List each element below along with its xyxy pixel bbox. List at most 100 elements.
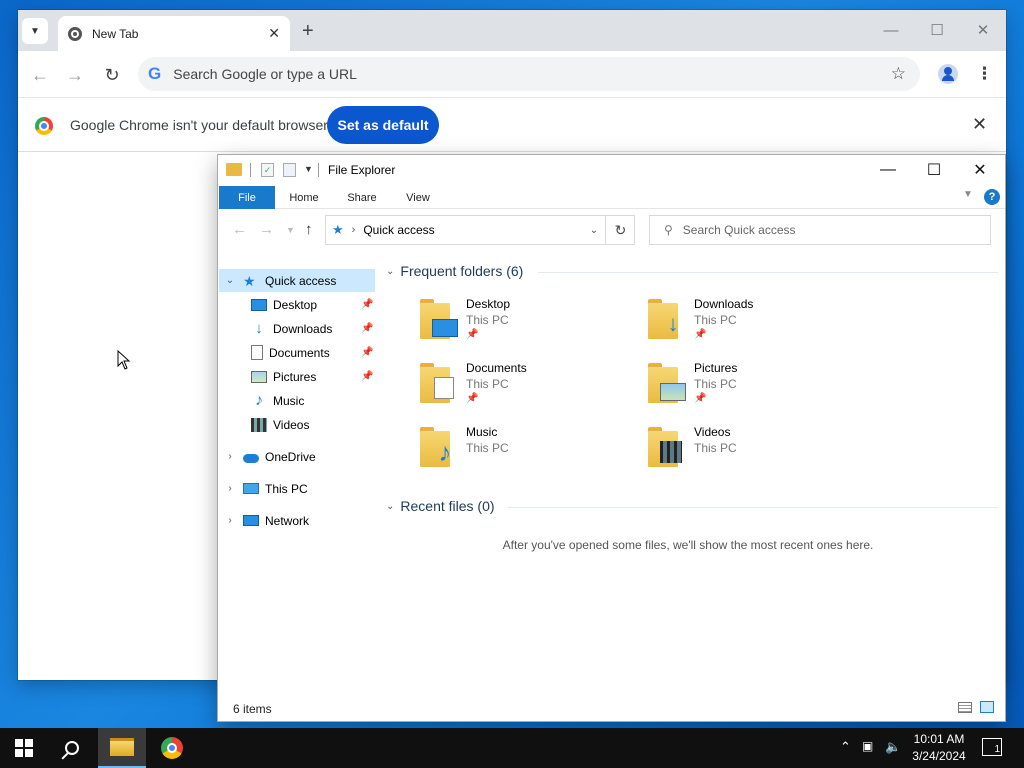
frequent-folders-header[interactable]: ⌄ Frequent folders (6) bbox=[386, 263, 523, 279]
taskbar-search-button[interactable] bbox=[48, 728, 96, 768]
recent-files-header[interactable]: ⌄ Recent files (0) bbox=[386, 498, 495, 514]
desktop-icon bbox=[432, 319, 458, 337]
nav-documents[interactable]: Documents 📌 bbox=[219, 341, 375, 364]
network-status-icon[interactable]: ▣ bbox=[862, 739, 873, 753]
forward-icon[interactable]: → bbox=[259, 221, 274, 238]
menu-kebab-icon[interactable]: ⋮ bbox=[976, 64, 993, 84]
start-button[interactable] bbox=[0, 728, 48, 768]
details-view-icon[interactable] bbox=[958, 702, 972, 713]
content-pane: ⌄ Frequent folders (6) Desktop This PC 📌… bbox=[378, 255, 998, 675]
profile-icon[interactable] bbox=[938, 64, 958, 84]
pictures-icon bbox=[251, 370, 267, 383]
tab-search-button[interactable]: ▼ bbox=[22, 18, 48, 44]
nav-music[interactable]: ♪ Music bbox=[219, 389, 375, 412]
nav-network[interactable]: › Network bbox=[219, 509, 375, 532]
set-as-default-button[interactable]: Set as default bbox=[327, 106, 439, 144]
help-icon[interactable]: ? bbox=[984, 189, 1000, 205]
tab-share[interactable]: Share bbox=[338, 186, 386, 209]
address-dropdown-icon[interactable]: ⌄ bbox=[584, 225, 604, 236]
new-folder-icon[interactable] bbox=[283, 163, 296, 177]
expand-chevron-icon[interactable]: › bbox=[223, 483, 237, 494]
nav-desktop[interactable]: Desktop 📌 bbox=[219, 293, 375, 316]
tab-home[interactable]: Home bbox=[280, 186, 328, 209]
tab-view[interactable]: View bbox=[394, 186, 442, 209]
recent-locations-chevron-icon[interactable]: ▼ bbox=[286, 225, 295, 235]
forward-icon[interactable]: → bbox=[64, 64, 86, 86]
chevron-down-icon: ▼ bbox=[30, 25, 40, 37]
reload-icon[interactable]: ↻ bbox=[101, 64, 123, 86]
folder-tile-downloads[interactable]: ↓ Downloads This PC 📌 bbox=[648, 295, 868, 351]
omnibox-placeholder: Search Google or type a URL bbox=[173, 66, 357, 82]
nav-pictures[interactable]: Pictures 📌 bbox=[219, 365, 375, 388]
nav-downloads[interactable]: ↓ Downloads 📌 bbox=[219, 317, 375, 340]
nav-quick-access[interactable]: ⌄ ★ Quick access bbox=[219, 269, 375, 292]
pin-icon: 📌 bbox=[361, 323, 374, 334]
minimize-button[interactable]: — bbox=[876, 18, 906, 42]
volume-muted-icon[interactable]: 🔈 bbox=[885, 739, 901, 755]
taskbar-file-explorer[interactable] bbox=[98, 728, 146, 768]
expand-ribbon-chevron-icon[interactable]: ▼ bbox=[963, 189, 973, 200]
folder-icon bbox=[420, 299, 458, 339]
notifications-icon[interactable]: 1 bbox=[982, 738, 1002, 756]
show-hidden-icons-chevron-icon[interactable]: ⌃ bbox=[840, 739, 851, 755]
refresh-icon[interactable]: ↻ bbox=[605, 215, 635, 245]
folder-tile-videos[interactable]: Videos This PC bbox=[648, 423, 868, 479]
folder-tile-desktop[interactable]: Desktop This PC 📌 bbox=[420, 295, 640, 351]
back-icon[interactable]: ← bbox=[232, 221, 247, 238]
folder-tile-documents[interactable]: Documents This PC 📌 bbox=[420, 359, 640, 415]
taskbar-chrome[interactable] bbox=[148, 728, 196, 768]
maximize-button[interactable]: ☐ bbox=[922, 18, 952, 42]
tab-file[interactable]: File bbox=[219, 186, 275, 209]
divider bbox=[508, 507, 998, 508]
file-explorer-window: ✓ ▼ File Explorer — ☐ ✕ File Home Share … bbox=[218, 155, 1005, 721]
close-tab-icon[interactable]: ✕ bbox=[268, 25, 280, 42]
chrome-logo-icon bbox=[161, 737, 183, 759]
omnibox[interactable]: G Search Google or type a URL ☆ bbox=[138, 57, 920, 91]
collapse-chevron-icon[interactable]: ⌄ bbox=[223, 275, 237, 286]
nav-label: This PC bbox=[265, 481, 308, 496]
folder-name: Videos bbox=[694, 425, 731, 439]
folder-tile-pictures[interactable]: Pictures This PC 📌 bbox=[648, 359, 868, 415]
folder-icon bbox=[648, 427, 686, 467]
expand-chevron-icon[interactable]: › bbox=[223, 451, 237, 462]
up-arrow-icon[interactable]: ↑ bbox=[305, 221, 313, 238]
tab-strip: ▼ New Tab ✕ + — ☐ ✕ bbox=[18, 10, 1006, 51]
expand-chevron-icon[interactable]: › bbox=[223, 515, 237, 526]
pictures-icon bbox=[660, 383, 686, 401]
search-icon: ⚲ bbox=[664, 223, 673, 237]
properties-icon[interactable]: ✓ bbox=[261, 163, 274, 177]
item-count: 6 items bbox=[233, 702, 272, 716]
bookmark-star-icon[interactable]: ☆ bbox=[891, 64, 906, 84]
system-clock[interactable]: 10:01 AM 3/24/2024 bbox=[904, 731, 974, 765]
nav-this-pc[interactable]: › This PC bbox=[219, 477, 375, 500]
large-icons-view-icon[interactable] bbox=[980, 701, 994, 713]
nav-label: Pictures bbox=[273, 369, 317, 384]
chrome-logo-icon bbox=[35, 117, 53, 135]
explorer-maximize-button[interactable]: ☐ bbox=[914, 158, 954, 182]
new-tab-button[interactable]: + bbox=[302, 20, 314, 42]
tab-new-tab[interactable]: New Tab ✕ bbox=[58, 16, 290, 51]
divider bbox=[538, 272, 998, 273]
status-bar: 6 items bbox=[218, 695, 1005, 721]
explorer-minimize-button[interactable]: — bbox=[868, 158, 908, 182]
breadcrumb-chevron-icon[interactable]: › bbox=[352, 224, 356, 236]
search-box[interactable]: ⚲ Search Quick access bbox=[649, 215, 991, 245]
folder-tile-music[interactable]: ♪ Music This PC bbox=[420, 423, 640, 479]
pin-icon: 📌 bbox=[361, 371, 374, 382]
address-bar[interactable]: ★ › Quick access ⌄ bbox=[325, 215, 635, 245]
infobar-message: Google Chrome isn't your default browser bbox=[70, 117, 328, 133]
folder-name: Pictures bbox=[694, 361, 738, 375]
search-icon bbox=[65, 741, 79, 755]
clock-date: 3/24/2024 bbox=[912, 749, 966, 763]
close-infobar-icon[interactable]: ✕ bbox=[972, 114, 987, 135]
notification-count: 1 bbox=[994, 744, 1000, 755]
music-note-icon: ♪ bbox=[438, 436, 452, 467]
nav-onedrive[interactable]: › OneDrive bbox=[219, 445, 375, 468]
folder-name: Downloads bbox=[694, 297, 754, 311]
close-window-button[interactable]: ✕ bbox=[968, 18, 998, 42]
nav-label: Videos bbox=[273, 417, 310, 432]
nav-videos[interactable]: Videos bbox=[219, 413, 375, 436]
customize-toolbar-chevron-icon[interactable]: ▼ bbox=[304, 164, 313, 174]
explorer-close-button[interactable]: ✕ bbox=[960, 158, 1000, 182]
back-icon[interactable]: ← bbox=[29, 64, 51, 86]
